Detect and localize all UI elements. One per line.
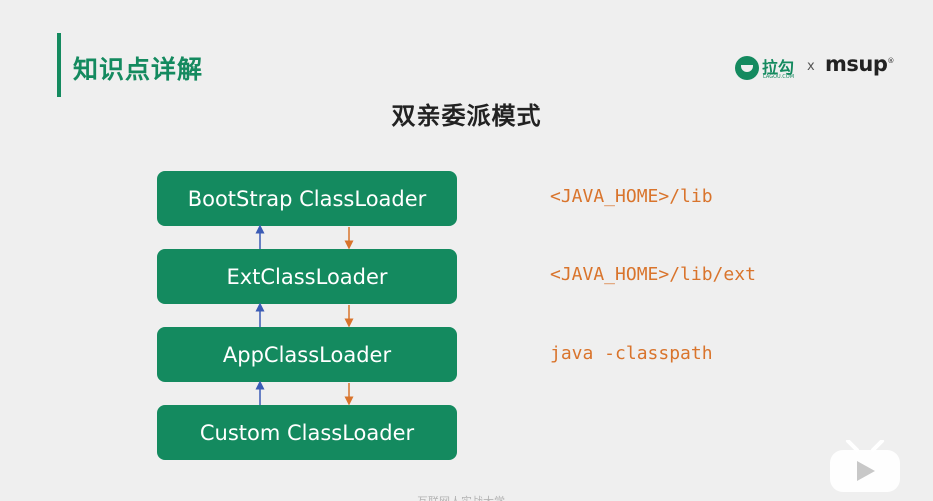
delegation-arrows [255,224,354,406]
bilibili-play-icon[interactable] [826,440,904,494]
slide: 知识点详解 拉勾 LAGOU.COM x msup® 双亲委派模式 BootSt… [0,0,933,501]
footer-watermark: 互联网人实战大学 [417,493,505,501]
